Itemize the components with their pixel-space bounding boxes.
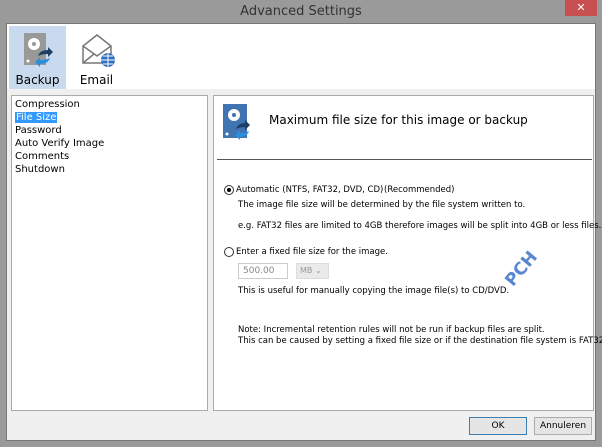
panel-heading: Maximum file size for this image or back… (269, 113, 528, 127)
list-item-label: Shutdown (15, 164, 65, 175)
list-item-password[interactable]: Password (15, 124, 204, 137)
note-line-1: Note: Incremental retention rules will n… (238, 325, 545, 335)
fixed-size-radio-label[interactable]: Enter a fixed file size for the image. (236, 247, 388, 257)
list-item-comments[interactable]: Comments (15, 150, 204, 163)
fixed-size-radio[interactable] (224, 247, 234, 257)
chevron-down-icon: ⌄ (314, 266, 322, 275)
backup-drive-icon (223, 104, 250, 140)
list-item-label: Auto Verify Image (15, 138, 105, 149)
list-item-label: File Size (15, 112, 58, 123)
tab-email-label: Email (79, 73, 114, 87)
auto-example: e.g. FAT32 files are limited to 4GB ther… (238, 221, 602, 231)
list-item-label: Compression (15, 99, 80, 110)
unit-select[interactable]: MB ⌄ (296, 263, 329, 279)
backup-drive-icon (24, 33, 53, 67)
unit-select-value: MB (300, 266, 313, 275)
list-item-shutdown[interactable]: Shutdown (15, 163, 204, 176)
tab-backup[interactable]: Backup (9, 26, 66, 89)
list-item-file-size[interactable]: File Size (15, 111, 204, 124)
note-line-2: This can be caused by setting a fixed fi… (238, 336, 602, 346)
toolbar: Backup Email (7, 24, 595, 89)
list-item-label: Comments (15, 151, 70, 162)
fixed-description: This is useful for manually copying the … (238, 286, 510, 296)
tab-email[interactable]: Email (68, 26, 125, 89)
automatic-radio-label[interactable]: Automatic (NTFS, FAT32, DVD, CD) (236, 185, 383, 195)
fixed-size-input[interactable]: 500.00 (238, 263, 288, 279)
recommended-label: (Recommended) (384, 185, 455, 195)
list-item-label: Password (15, 125, 62, 136)
window-title: Advanced Settings (240, 4, 362, 19)
tab-backup-label: Backup (15, 73, 60, 87)
automatic-radio[interactable] (224, 185, 234, 195)
divider (217, 159, 592, 160)
close-button[interactable]: ✕ (565, 0, 597, 16)
ok-button[interactable]: OK (469, 417, 527, 435)
watermark: PCH (501, 247, 542, 291)
settings-category-list[interactable]: Compression File Size Password Auto Veri… (11, 95, 208, 411)
auto-description: The image file size will be determined b… (238, 200, 526, 210)
file-size-panel: Maximum file size for this image or back… (213, 95, 602, 411)
email-globe-icon (82, 34, 115, 67)
list-item-auto-verify-image[interactable]: Auto Verify Image (15, 137, 204, 150)
list-item-compression[interactable]: Compression (15, 98, 204, 111)
cancel-button[interactable]: Annuleren (534, 417, 592, 435)
dialog-client: Backup Email Compression File Size Passw… (6, 23, 602, 441)
